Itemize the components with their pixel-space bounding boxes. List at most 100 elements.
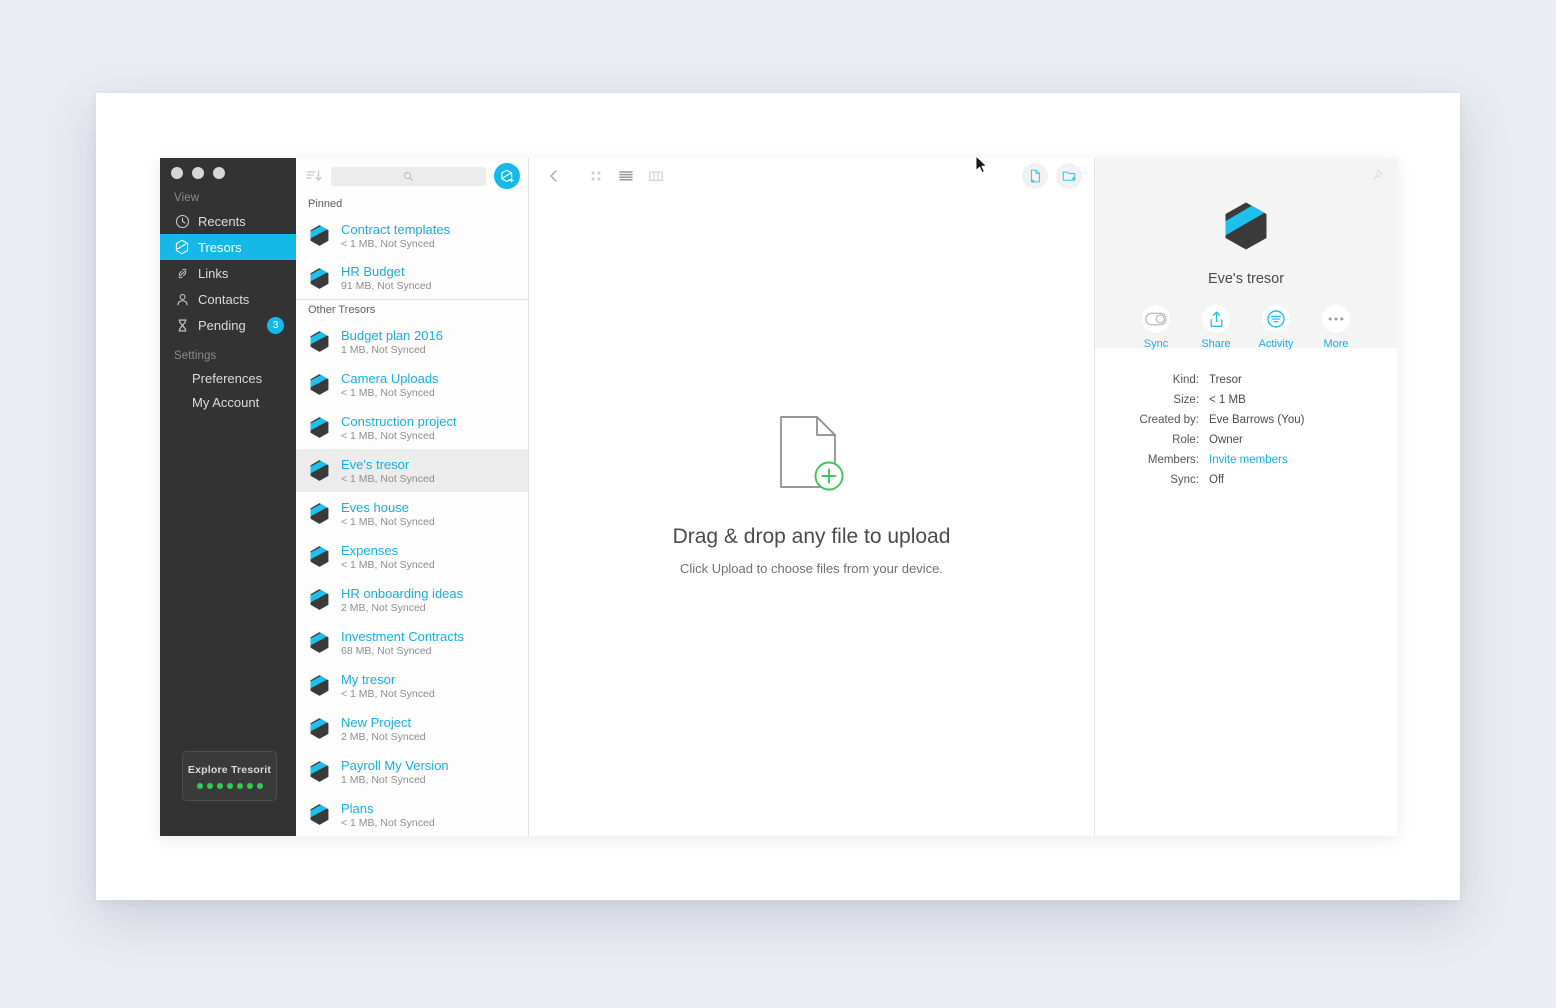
list-item[interactable]: Camera Uploads < 1 MB, Not Synced bbox=[296, 363, 528, 406]
activity-action[interactable]: Activity bbox=[1253, 305, 1299, 350]
tresor-hex-icon bbox=[307, 329, 332, 354]
search-input[interactable] bbox=[331, 166, 486, 186]
list-item-name: HR onboarding ideas bbox=[341, 585, 464, 601]
list-item[interactable]: Eves house < 1 MB, Not Synced bbox=[296, 492, 528, 535]
upload-file-button[interactable] bbox=[1022, 163, 1048, 189]
sidebar-item-recents[interactable]: Recents bbox=[160, 208, 296, 234]
list-item-meta: < 1 MB, Not Synced bbox=[341, 816, 435, 829]
sidebar-item-preferences[interactable]: Preferences bbox=[160, 366, 296, 390]
list-item[interactable]: Construction project < 1 MB, Not Synced bbox=[296, 406, 528, 449]
share-icon bbox=[1202, 305, 1230, 333]
list-item-meta: < 1 MB, Not Synced bbox=[341, 386, 435, 399]
page-root: View Recents Tresors Links Contacts Pend… bbox=[0, 0, 1556, 1008]
list-item-name: Budget plan 2016 bbox=[341, 327, 443, 343]
list-item-name: HR Budget bbox=[341, 264, 405, 279]
list-item[interactable]: Expenses < 1 MB, Not Synced bbox=[296, 535, 528, 578]
list-item[interactable]: HR onboarding ideas 2 MB, Not Synced bbox=[296, 578, 528, 621]
list-item[interactable]: Eve's tresor < 1 MB, Not Synced bbox=[296, 449, 528, 492]
list-item-name: Payroll My Version bbox=[341, 757, 449, 773]
list-group-label-other: Other Tresors bbox=[308, 304, 376, 316]
detail-property-key: Kind: bbox=[1172, 374, 1199, 386]
detail-property-key: Members: bbox=[1147, 454, 1199, 466]
sidebar-item-tresors[interactable]: Tresors bbox=[160, 234, 296, 260]
ellipsis-icon bbox=[1322, 305, 1350, 333]
add-tresor-button[interactable] bbox=[494, 163, 520, 189]
detail-property-key: Size: bbox=[1173, 394, 1199, 406]
list-item[interactable]: Investment Contracts 68 MB, Not Synced bbox=[296, 621, 528, 664]
toggle-off-icon bbox=[1142, 305, 1170, 333]
other-tresors-list: Budget plan 2016 1 MB, Not Synced Camera… bbox=[296, 320, 528, 836]
sort-descending-icon[interactable] bbox=[305, 167, 323, 185]
sidebar-group-label-view: View bbox=[174, 192, 200, 204]
column-view-icon[interactable] bbox=[647, 167, 665, 185]
dropzone[interactable]: Drag & drop any file to upload Click Upl… bbox=[529, 194, 1094, 836]
detail-pane: Eve's tresor Sync Share Activity More Ki… bbox=[1095, 158, 1397, 836]
list-item-meta: 68 MB, Not Synced bbox=[341, 644, 432, 657]
promo-label: Explore Tresorit bbox=[187, 763, 272, 776]
pending-badge: 3 bbox=[267, 316, 284, 334]
list-item-name: My tresor bbox=[341, 671, 396, 687]
pin-icon[interactable] bbox=[1369, 168, 1384, 188]
sidebar-group-label-settings: Settings bbox=[174, 350, 217, 362]
search-box[interactable] bbox=[331, 166, 486, 186]
detail-tresor-name: Eve's tresor bbox=[1207, 271, 1285, 287]
list-item[interactable]: My tresor < 1 MB, Not Synced bbox=[296, 664, 528, 707]
list-item[interactable]: Budget plan 2016 1 MB, Not Synced bbox=[296, 320, 528, 363]
detail-property-row: Sync: Off bbox=[1095, 474, 1369, 486]
detail-property-row: Size: < 1 MB bbox=[1095, 394, 1369, 406]
list-item-meta: 2 MB, Not Synced bbox=[341, 601, 426, 614]
tresor-hex-icon bbox=[307, 544, 332, 569]
close-button[interactable] bbox=[171, 167, 183, 179]
list-item-meta: < 1 MB, Not Synced bbox=[341, 472, 435, 485]
file-plus-icon bbox=[773, 414, 851, 501]
detail-property-key: Role: bbox=[1172, 434, 1199, 446]
tresor-hex-icon bbox=[307, 802, 332, 827]
list-view-icon[interactable] bbox=[617, 167, 635, 185]
tresor-hex-icon bbox=[307, 223, 332, 248]
more-action[interactable]: More bbox=[1313, 305, 1359, 350]
list-item[interactable]: Payroll My Version 1 MB, Not Synced bbox=[296, 750, 528, 793]
grid-view-icon[interactable] bbox=[587, 167, 605, 185]
sidebar-item-contacts[interactable]: Contacts bbox=[160, 286, 296, 312]
new-folder-button[interactable] bbox=[1056, 163, 1082, 189]
activity-icon bbox=[1262, 305, 1290, 333]
list-item[interactable]: HR Budget 91 MB, Not Synced bbox=[296, 257, 528, 300]
maximize-button[interactable] bbox=[213, 167, 225, 179]
sync-action[interactable]: Sync bbox=[1133, 305, 1179, 350]
list-item-meta: 1 MB, Not Synced bbox=[341, 343, 426, 356]
tresor-hex-icon bbox=[307, 266, 332, 291]
tresor-hex-icon bbox=[307, 415, 332, 440]
list-item[interactable]: New Project 2 MB, Not Synced bbox=[296, 707, 528, 750]
explore-tresorit-promo[interactable]: Explore Tresorit bbox=[182, 751, 277, 801]
tresor-icon bbox=[174, 239, 190, 255]
list-item-name: New Project bbox=[341, 714, 412, 730]
tresor-list-header bbox=[296, 158, 528, 194]
detail-property-value[interactable]: Invite members bbox=[1209, 454, 1288, 466]
action-label: Sync bbox=[1143, 338, 1169, 350]
mouse-cursor bbox=[975, 155, 989, 179]
list-item-name: Camera Uploads bbox=[341, 370, 439, 386]
action-label: Activity bbox=[1258, 338, 1294, 350]
list-item[interactable]: Contract templates < 1 MB, Not Synced bbox=[296, 214, 528, 257]
action-label: More bbox=[1323, 338, 1349, 350]
sidebar-item-label: Links bbox=[198, 265, 229, 281]
sidebar-item-my-account[interactable]: My Account bbox=[160, 390, 296, 414]
sidebar-item-links[interactable]: Links bbox=[160, 260, 296, 286]
list-item-meta: 2 MB, Not Synced bbox=[341, 730, 426, 743]
share-action[interactable]: Share bbox=[1193, 305, 1239, 350]
detail-header: Eve's tresor Sync Share Activity More bbox=[1095, 158, 1397, 350]
list-item-name: Eve's tresor bbox=[341, 456, 410, 472]
list-item-meta: 91 MB, Not Synced bbox=[341, 280, 432, 292]
tresorit-app-window: View Recents Tresors Links Contacts Pend… bbox=[160, 158, 1397, 836]
minimize-button[interactable] bbox=[192, 167, 204, 179]
tresor-hex-icon-large bbox=[1221, 200, 1271, 257]
chevron-left-icon[interactable] bbox=[543, 165, 565, 187]
tresor-hex-icon bbox=[307, 458, 332, 483]
list-item[interactable]: Plans < 1 MB, Not Synced bbox=[296, 793, 528, 836]
sidebar-item-pending[interactable]: Pending 3 bbox=[160, 312, 296, 338]
action-label: Share bbox=[1201, 338, 1231, 350]
detail-property-key: Sync: bbox=[1170, 474, 1199, 486]
list-item-meta: < 1 MB, Not Synced bbox=[341, 687, 435, 700]
tresor-list-scroll[interactable]: Pinned Contract templates < 1 MB, Not Sy… bbox=[296, 194, 528, 836]
list-item-meta: 1 MB, Not Synced bbox=[341, 773, 426, 786]
